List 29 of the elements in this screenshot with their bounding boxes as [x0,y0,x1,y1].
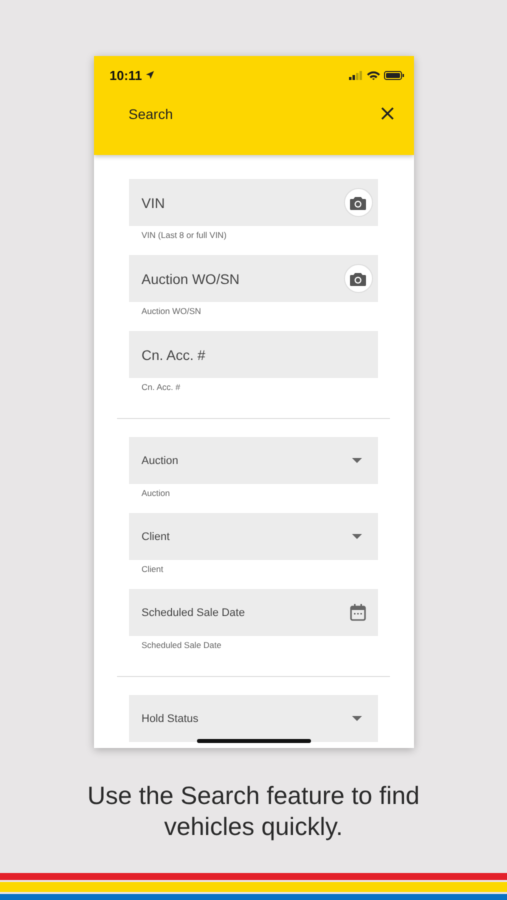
input-field[interactable]: Auction WO/SN [128,255,378,302]
helper-text: Auction WO/SN [142,306,202,316]
caret-icon [352,458,362,463]
close-button[interactable] [378,105,396,122]
date-field[interactable]: Scheduled Sale Date [128,589,378,636]
camera-button[interactable] [344,264,372,293]
dropdown-field[interactable]: Auction [128,437,378,484]
input-field[interactable]: Cn. Acc. # [128,331,378,378]
input-field[interactable]: VIN [128,179,378,226]
helper-text: Cn. Acc. # [142,382,182,392]
helper-text: Scheduled Sale Date [142,640,222,650]
camera-icon [350,196,366,210]
camera-button[interactable] [344,188,372,217]
screen-title: Search [128,106,173,122]
battery-icon [384,70,404,80]
signal-icon [348,70,362,80]
caret-icon [352,716,362,721]
caret-icon [352,534,362,539]
helper-text: VIN (Last 8 or full VIN) [142,230,228,240]
helper-text: Auction [142,488,171,498]
helper-text: Client [142,564,164,574]
wifi-icon [366,70,380,80]
dropdown-field[interactable]: Hold Status [128,695,378,742]
status-time: 10:11 [110,68,142,82]
caption-text: Use the Search feature to find vehicles quickly. [86,781,421,843]
dropdown-field[interactable]: Client [128,513,378,560]
location-arrow-icon [146,71,154,79]
calendar-icon [350,604,366,621]
camera-icon [350,272,366,286]
